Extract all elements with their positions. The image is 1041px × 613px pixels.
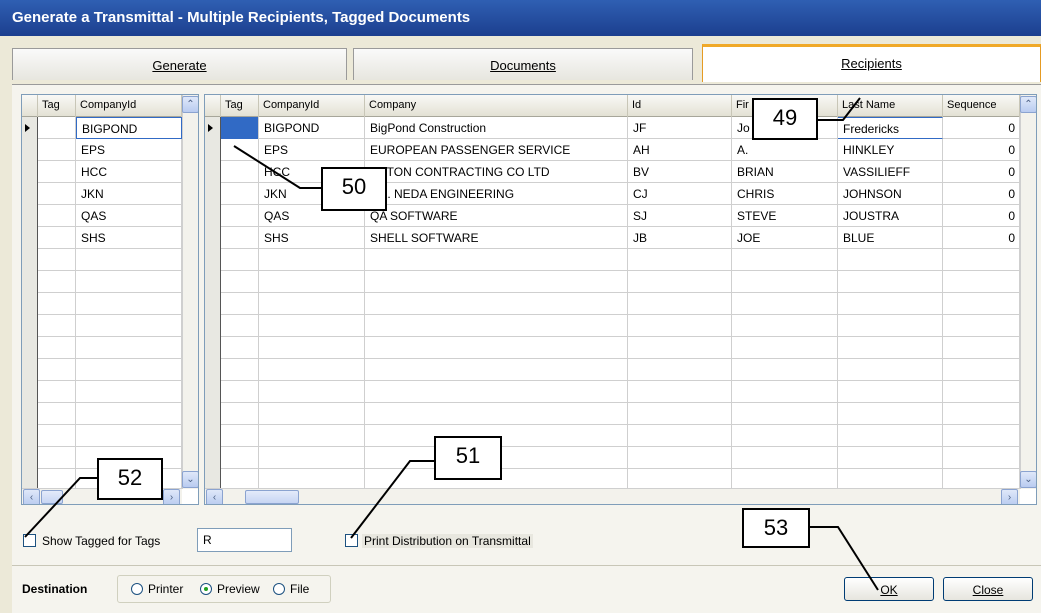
- callout-49: 49: [752, 98, 818, 140]
- transmittal-window: Generate a Transmittal - Multiple Recipi…: [0, 0, 1041, 613]
- callout-53: 53: [742, 508, 810, 548]
- callout-50: 50: [321, 167, 387, 211]
- callout-51: 51: [434, 436, 502, 480]
- callout-52: 52: [97, 458, 163, 500]
- callout-leader-lines: [24, 97, 879, 591]
